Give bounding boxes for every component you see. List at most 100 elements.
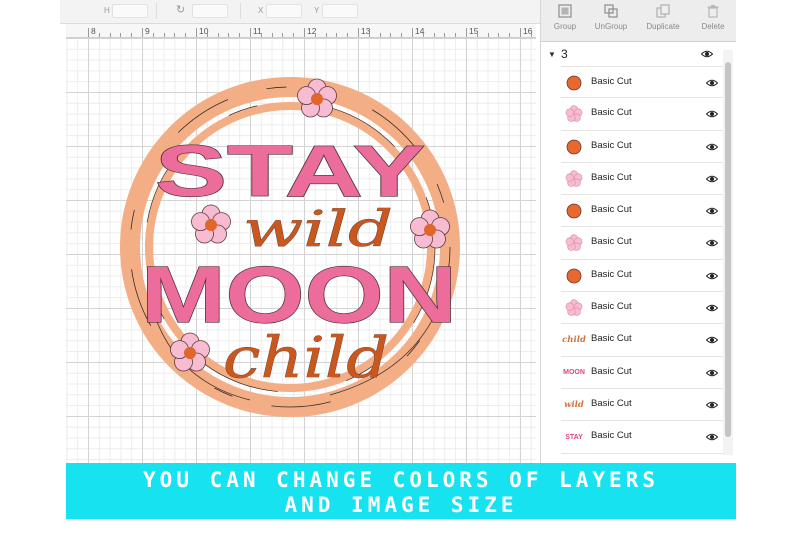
ruler-minor-tick [152, 33, 154, 37]
orange-circle-thumbnail [564, 73, 584, 93]
horizontal-ruler: 8 9 10 11 12 13 14 15 16 [66, 24, 536, 38]
word-child[interactable]: child [223, 326, 390, 392]
layer-group-header[interactable]: ▼ 3 [541, 42, 727, 66]
ruler-minor-tick [206, 33, 208, 37]
banner-line-2: AND IMAGE SIZE [284, 493, 518, 517]
eye-icon[interactable] [701, 50, 713, 58]
eye-icon[interactable] [706, 272, 718, 280]
x-position-input[interactable] [266, 4, 302, 18]
duplicate-button[interactable]: Duplicate [639, 4, 687, 31]
eye-icon[interactable] [706, 207, 718, 215]
ungroup-icon [604, 4, 618, 18]
layer-row[interactable]: Basic Cut [561, 66, 727, 99]
layer-name: Basic Cut [591, 171, 632, 183]
stay-wild-moon-child-design[interactable]: STAY wild MOON child [66, 38, 536, 463]
group-name: 3 [561, 47, 568, 61]
ungroup-button[interactable]: UnGroup [587, 4, 635, 31]
ruler-minor-tick [368, 33, 370, 37]
layer-row[interactable]: Basic Cut [561, 98, 727, 131]
group-icon [558, 4, 572, 18]
orange-circle-thumbnail [564, 137, 584, 157]
ruler-minor-tick [530, 33, 532, 37]
layers-toolbar: Group UnGroup Duplicate Delete [541, 0, 737, 42]
thumbnail-text: STAY [565, 433, 583, 441]
ruler-minor-tick [487, 33, 489, 37]
y-position-input[interactable] [322, 4, 358, 18]
layer-row[interactable]: child Basic Cut [561, 324, 727, 357]
eye-icon[interactable] [706, 79, 718, 87]
layer-name: Basic Cut [591, 397, 632, 409]
rotate-input[interactable] [192, 4, 228, 18]
ruler-minor-tick [422, 33, 424, 37]
design-canvas[interactable]: STAY wild MOON child [66, 38, 536, 463]
height-input[interactable] [112, 4, 148, 18]
ruler-minor-tick [390, 33, 392, 37]
layers-panel: Group UnGroup Duplicate Delete ▼ 3 Basic… [540, 0, 737, 463]
thumbnail-text: child [562, 335, 586, 346]
ruler-minor-tick [109, 33, 111, 37]
ruler-minor-tick [476, 33, 478, 37]
x-label: X [258, 6, 264, 15]
layer-name: Basic Cut [591, 333, 632, 345]
layer-row[interactable]: wild Basic Cut [561, 389, 727, 422]
eye-icon[interactable] [706, 143, 718, 151]
layer-row[interactable]: Basic Cut [561, 227, 727, 260]
layer-list: Basic Cut Basic Cut Basic Cut Basic Cut Basi… [561, 66, 727, 454]
ruler-major-tick [358, 28, 359, 37]
thumbnail-text: wild [564, 399, 584, 410]
layer-name: Basic Cut [591, 204, 632, 216]
ruler-minor-tick [498, 33, 500, 37]
ruler-major-tick [304, 28, 305, 37]
ruler-minor-tick [228, 33, 230, 37]
ruler-minor-tick [163, 33, 165, 37]
scrollbar-thumb[interactable] [725, 62, 731, 437]
eye-icon[interactable] [706, 336, 718, 344]
layer-name: Basic Cut [591, 236, 632, 248]
eye-icon[interactable] [706, 110, 718, 118]
layer-name: Basic Cut [591, 430, 632, 442]
duplicate-icon [656, 4, 670, 18]
ruler-minor-tick [174, 33, 176, 37]
layer-name: Basic Cut [591, 107, 632, 119]
eye-icon[interactable] [706, 304, 718, 312]
layer-row[interactable]: Basic Cut [561, 163, 727, 196]
orange-circle-thumbnail [564, 201, 584, 221]
height-label: H [104, 6, 110, 15]
ruler-minor-tick [185, 33, 187, 37]
banner-line-1: YOU CAN CHANGE COLORS OF LAYERS [143, 468, 659, 492]
ruler-minor-tick [509, 33, 511, 37]
text-thumbnail: MOON [563, 363, 585, 383]
pink-flower-thumbnail [564, 298, 584, 318]
ruler-minor-tick [239, 33, 241, 37]
eye-icon[interactable] [706, 401, 718, 409]
ruler-minor-tick [293, 33, 295, 37]
ruler-minor-tick [282, 33, 284, 37]
layer-row[interactable]: Basic Cut [561, 260, 727, 293]
caret-down-icon[interactable]: ▼ [548, 50, 556, 59]
ruler-major-tick [466, 28, 467, 37]
ruler-minor-tick [336, 33, 338, 37]
trash-icon [707, 5, 719, 18]
layer-row[interactable]: Basic Cut [561, 131, 727, 163]
layers-scrollbar[interactable] [723, 50, 733, 455]
eye-icon[interactable] [706, 433, 718, 441]
layer-row[interactable]: STAY Basic Cut [561, 421, 727, 454]
y-label: Y [314, 6, 320, 15]
ruler-minor-tick [401, 33, 403, 37]
ruler-major-tick [412, 28, 413, 37]
ruler-minor-tick [260, 33, 262, 37]
ruler-minor-tick [98, 33, 100, 37]
delete-button[interactable]: Delete [689, 4, 737, 31]
ruler-minor-tick [433, 33, 435, 37]
ruler-label: 9 [145, 26, 150, 36]
eye-icon[interactable] [706, 175, 718, 183]
ruler-minor-tick [120, 33, 122, 37]
group-button[interactable]: Group [541, 4, 589, 31]
layer-row[interactable]: MOON Basic Cut [561, 357, 727, 389]
properties-bar: H ↻ X Y [60, 0, 540, 24]
layer-row[interactable]: Basic Cut [561, 195, 727, 228]
layer-row[interactable]: Basic Cut [561, 292, 727, 325]
eye-icon[interactable] [706, 239, 718, 247]
layer-name: Basic Cut [591, 301, 632, 313]
eye-icon[interactable] [706, 369, 718, 377]
